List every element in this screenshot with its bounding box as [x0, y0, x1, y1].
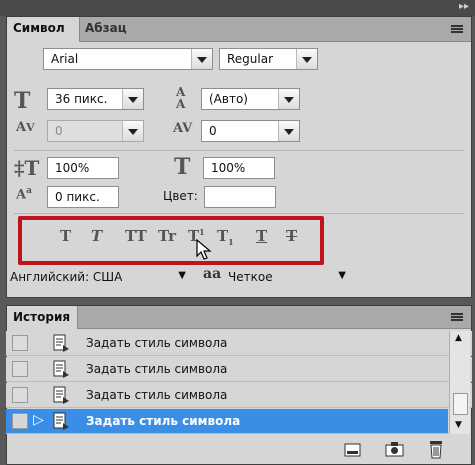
underline-button[interactable]: T	[256, 227, 267, 245]
chevron-down-icon[interactable]	[278, 121, 299, 141]
color-swatch[interactable]	[204, 186, 276, 208]
leading-value: (Авто)	[209, 92, 248, 106]
tab-history-label: История	[13, 310, 71, 324]
mouse-cursor-icon	[196, 239, 212, 260]
new-document-from-state-icon[interactable]	[344, 442, 362, 458]
history-item-label: Задать стиль символа	[86, 414, 241, 428]
font-size-icon: T	[14, 88, 31, 114]
kerning-icon: AV	[16, 120, 35, 135]
strikethrough-button[interactable]: T	[286, 227, 297, 245]
horizontal-scale-icon: T	[174, 154, 191, 180]
tab-paragraph-label: Абзац	[85, 21, 127, 35]
antialias-dropdown[interactable]: Четкое ▼	[226, 267, 350, 289]
tab-character-label: Символ	[13, 21, 65, 35]
chevron-down-icon[interactable]	[122, 89, 143, 109]
chevron-down-icon[interactable]: ▼	[178, 270, 186, 281]
font-style-value: Regular	[227, 52, 274, 66]
kerning-dropdown[interactable]: 0	[47, 120, 144, 142]
document-icon	[53, 386, 69, 404]
camera-snapshot-icon[interactable]	[385, 441, 405, 458]
kerning-value: 0	[55, 124, 63, 138]
history-scrollbar[interactable]: ▲ ▼	[449, 331, 470, 434]
snapshot-checkbox[interactable]	[12, 361, 28, 377]
antialias-icon: aa	[203, 266, 222, 282]
vertical-scale-value: 100%	[55, 161, 90, 175]
leading-dropdown[interactable]: (Авто)	[201, 88, 300, 110]
top-bar: ▸▸	[0, 0, 475, 16]
divider	[14, 150, 464, 151]
horizontal-scale-value: 100%	[211, 161, 246, 175]
history-item-label: Задать стиль символа	[86, 336, 228, 350]
scroll-down-icon[interactable]: ▼	[455, 420, 462, 430]
baseline-shift-value: 0 пикс.	[55, 190, 100, 204]
collapse-icon[interactable]: ▸▸	[459, 1, 469, 12]
chevron-down-icon[interactable]	[122, 121, 143, 141]
horizontal-scale-field[interactable]: 100%	[203, 157, 275, 179]
faux-italic-button[interactable]: T	[91, 227, 102, 245]
vertical-scale-icon: ‡T	[14, 156, 40, 180]
document-icon	[53, 334, 69, 352]
history-item[interactable]: Задать стиль символа	[6, 357, 472, 382]
tab-paragraph[interactable]: Абзац	[80, 17, 132, 41]
vertical-scale-field[interactable]: 100%	[47, 157, 119, 179]
tracking-icon: AV	[173, 121, 193, 136]
trash-icon[interactable]	[428, 440, 444, 459]
chevron-down-icon[interactable]	[296, 49, 317, 69]
snapshot-checkbox[interactable]	[12, 335, 28, 351]
scroll-thumb[interactable]	[453, 393, 468, 415]
history-item[interactable]: Задать стиль символа	[6, 383, 472, 408]
small-caps-button[interactable]: Tr	[158, 227, 176, 245]
history-item[interactable]: Задать стиль символа	[6, 331, 472, 356]
baseline-shift-icon: Aa	[16, 186, 32, 203]
snapshot-checkbox[interactable]	[12, 387, 28, 403]
snapshot-checkbox[interactable]	[12, 413, 28, 429]
history-item-label: Задать стиль символа	[86, 388, 228, 402]
font-style-dropdown[interactable]: Regular	[219, 48, 318, 70]
font-size-value: 36 пикс.	[55, 92, 108, 106]
history-footer	[7, 437, 471, 464]
tab-character[interactable]: Символ	[7, 17, 80, 42]
font-family-dropdown[interactable]: Arial	[43, 48, 213, 70]
color-label: Цвет:	[163, 189, 198, 203]
all-caps-button[interactable]: TT	[125, 227, 147, 245]
history-state-marker-icon: ▷	[33, 412, 44, 428]
faux-bold-button[interactable]: T	[60, 227, 71, 245]
font-family-value: Arial	[51, 52, 79, 66]
divider	[14, 213, 464, 214]
antialias-value: Четкое	[228, 270, 273, 284]
language-value: Английский: США	[10, 270, 123, 284]
subscript-button[interactable]: T1	[217, 227, 234, 247]
panel-menu-icon[interactable]	[451, 313, 463, 321]
language-dropdown[interactable]: Английский: США ▼	[8, 267, 188, 289]
tab-history[interactable]: История	[7, 306, 78, 329]
document-icon	[53, 360, 69, 378]
baseline-shift-field[interactable]: 0 пикс.	[47, 186, 119, 208]
tracking-dropdown[interactable]: 0	[201, 120, 300, 142]
scroll-up-icon[interactable]: ▲	[455, 333, 462, 343]
leading-icon: AA	[176, 85, 186, 111]
chevron-down-icon[interactable]	[191, 49, 212, 69]
history-item-label: Задать стиль символа	[86, 362, 228, 376]
document-icon	[53, 412, 69, 430]
panel-menu-icon[interactable]	[451, 25, 463, 33]
chevron-down-icon[interactable]	[278, 89, 299, 109]
tracking-value: 0	[209, 124, 217, 138]
subscript-label: T	[217, 227, 229, 245]
chevron-down-icon[interactable]: ▼	[338, 270, 346, 281]
history-item-selected[interactable]: ▷ Задать стиль символа	[6, 409, 448, 434]
font-size-dropdown[interactable]: 36 пикс.	[47, 88, 144, 110]
